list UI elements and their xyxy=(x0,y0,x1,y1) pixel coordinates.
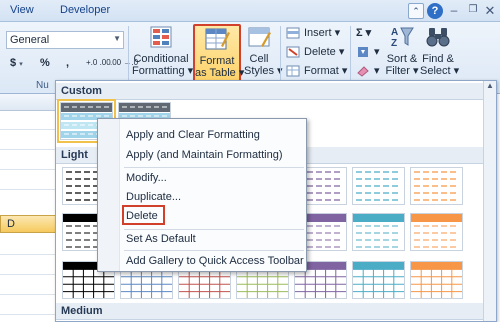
table-style-light-21[interactable] xyxy=(410,261,463,299)
gallery-scrollbar[interactable]: ▲ xyxy=(483,81,496,321)
number-format-value: General xyxy=(10,34,50,46)
menu-item-modify[interactable]: Modify... xyxy=(126,172,167,184)
minimize-icon[interactable]: – xyxy=(446,3,462,19)
tab-view[interactable]: View xyxy=(10,4,34,16)
fill-down-icon xyxy=(358,47,368,58)
column-header-d[interactable]: D xyxy=(0,215,56,233)
number-group-label: Nu xyxy=(36,80,49,91)
autosum-button[interactable]: Σ ▾ xyxy=(356,25,371,42)
find-select-button[interactable]: Find & Select ▾ xyxy=(420,24,459,84)
comma-button[interactable]: , xyxy=(66,57,69,73)
svg-text:Z: Z xyxy=(391,38,397,49)
swatch-preview xyxy=(352,261,405,299)
help-icon[interactable]: ? xyxy=(427,3,443,19)
delete-cells-button[interactable]: Delete ▾ xyxy=(286,44,344,61)
menu-item-duplicate[interactable]: Duplicate... xyxy=(126,191,181,203)
grid-line xyxy=(0,189,56,190)
restore-icon[interactable]: ❐ xyxy=(465,3,481,19)
chevron-down-icon[interactable]: ▼ xyxy=(113,34,121,43)
grid-line xyxy=(0,254,56,255)
gallery-section-custom: Custom xyxy=(56,83,484,100)
conditional-formatting-icon xyxy=(150,26,172,48)
conditional-formatting-button[interactable]: Conditional Formatting ▾ xyxy=(132,24,193,84)
table-style-context-menu: Apply and Clear Formatting Apply (and Ma… xyxy=(97,118,307,272)
eraser-icon xyxy=(357,66,369,77)
grid-line xyxy=(0,169,56,170)
close-icon[interactable]: ✕ xyxy=(482,3,498,19)
increase-decimal-button[interactable]: +.0 .00 xyxy=(86,58,111,74)
swatch-preview xyxy=(352,167,405,205)
fill-button[interactable]: ▾ xyxy=(356,44,380,61)
menu-separator xyxy=(124,229,304,230)
format-cells-button[interactable]: Format ▾ xyxy=(286,63,347,80)
tab-developer[interactable]: Developer xyxy=(60,4,110,16)
grid-line xyxy=(0,274,56,275)
cell-styles-button[interactable]: Cell Styles ▾ xyxy=(244,24,283,84)
percent-button[interactable]: % xyxy=(40,57,50,73)
menu-icon-gutter xyxy=(98,119,120,271)
grid-line xyxy=(0,294,56,295)
binoculars-icon xyxy=(426,28,450,47)
table-style-light-13[interactable] xyxy=(352,213,405,251)
scroll-up-icon[interactable]: ▲ xyxy=(484,81,496,94)
grid-line xyxy=(0,129,56,130)
swatch-preview xyxy=(410,167,463,205)
delete-cells-icon xyxy=(286,46,300,58)
format-cells-icon xyxy=(286,65,300,77)
swatch-preview xyxy=(352,213,405,251)
insert-icon xyxy=(286,27,300,39)
table-style-light-14[interactable] xyxy=(410,213,463,251)
table-style-light-7[interactable] xyxy=(410,167,463,205)
ribbon-tab-bar: View Developer ⌃ ? – ❐ ✕ xyxy=(0,0,500,22)
menu-separator xyxy=(124,250,304,251)
table-style-light-6[interactable] xyxy=(352,167,405,205)
grid-line xyxy=(0,149,56,150)
format-as-table-icon xyxy=(205,28,230,50)
format-as-table-button[interactable]: Format as Table ▾ xyxy=(193,24,244,84)
column-header-row xyxy=(0,94,56,111)
number-format-dropdown[interactable]: General ▼ xyxy=(6,31,124,49)
menu-item-apply-maintain[interactable]: Apply (and Maintain Formatting) xyxy=(126,149,283,161)
worksheet-grid[interactable]: D xyxy=(0,94,56,322)
menu-item-set-default[interactable]: Set As Default xyxy=(126,233,196,245)
delete-highlight-box xyxy=(122,205,165,225)
insert-button[interactable]: Insert ▾ xyxy=(286,25,340,42)
currency-button[interactable]: $ ▾ xyxy=(10,57,23,73)
clear-button[interactable]: ▾ xyxy=(356,63,380,80)
grid-line xyxy=(0,314,56,315)
cell-styles-icon xyxy=(248,27,271,47)
sort-filter-icon: A Z xyxy=(391,27,414,49)
svg-text:A: A xyxy=(391,27,398,38)
table-style-light-20[interactable] xyxy=(352,261,405,299)
swatch-preview xyxy=(410,213,463,251)
ribbon-toggle-icon[interactable]: ⌃ xyxy=(408,3,424,19)
gallery-section-medium: Medium xyxy=(56,303,484,320)
menu-item-add-gallery[interactable]: Add Gallery to Quick Access Toolbar xyxy=(126,255,304,267)
menu-item-apply-clear[interactable]: Apply and Clear Formatting xyxy=(126,129,260,141)
swatch-preview xyxy=(410,261,463,299)
menu-separator xyxy=(124,167,304,168)
sort-filter-button[interactable]: A Z Sort & Filter ▾ xyxy=(384,24,420,84)
